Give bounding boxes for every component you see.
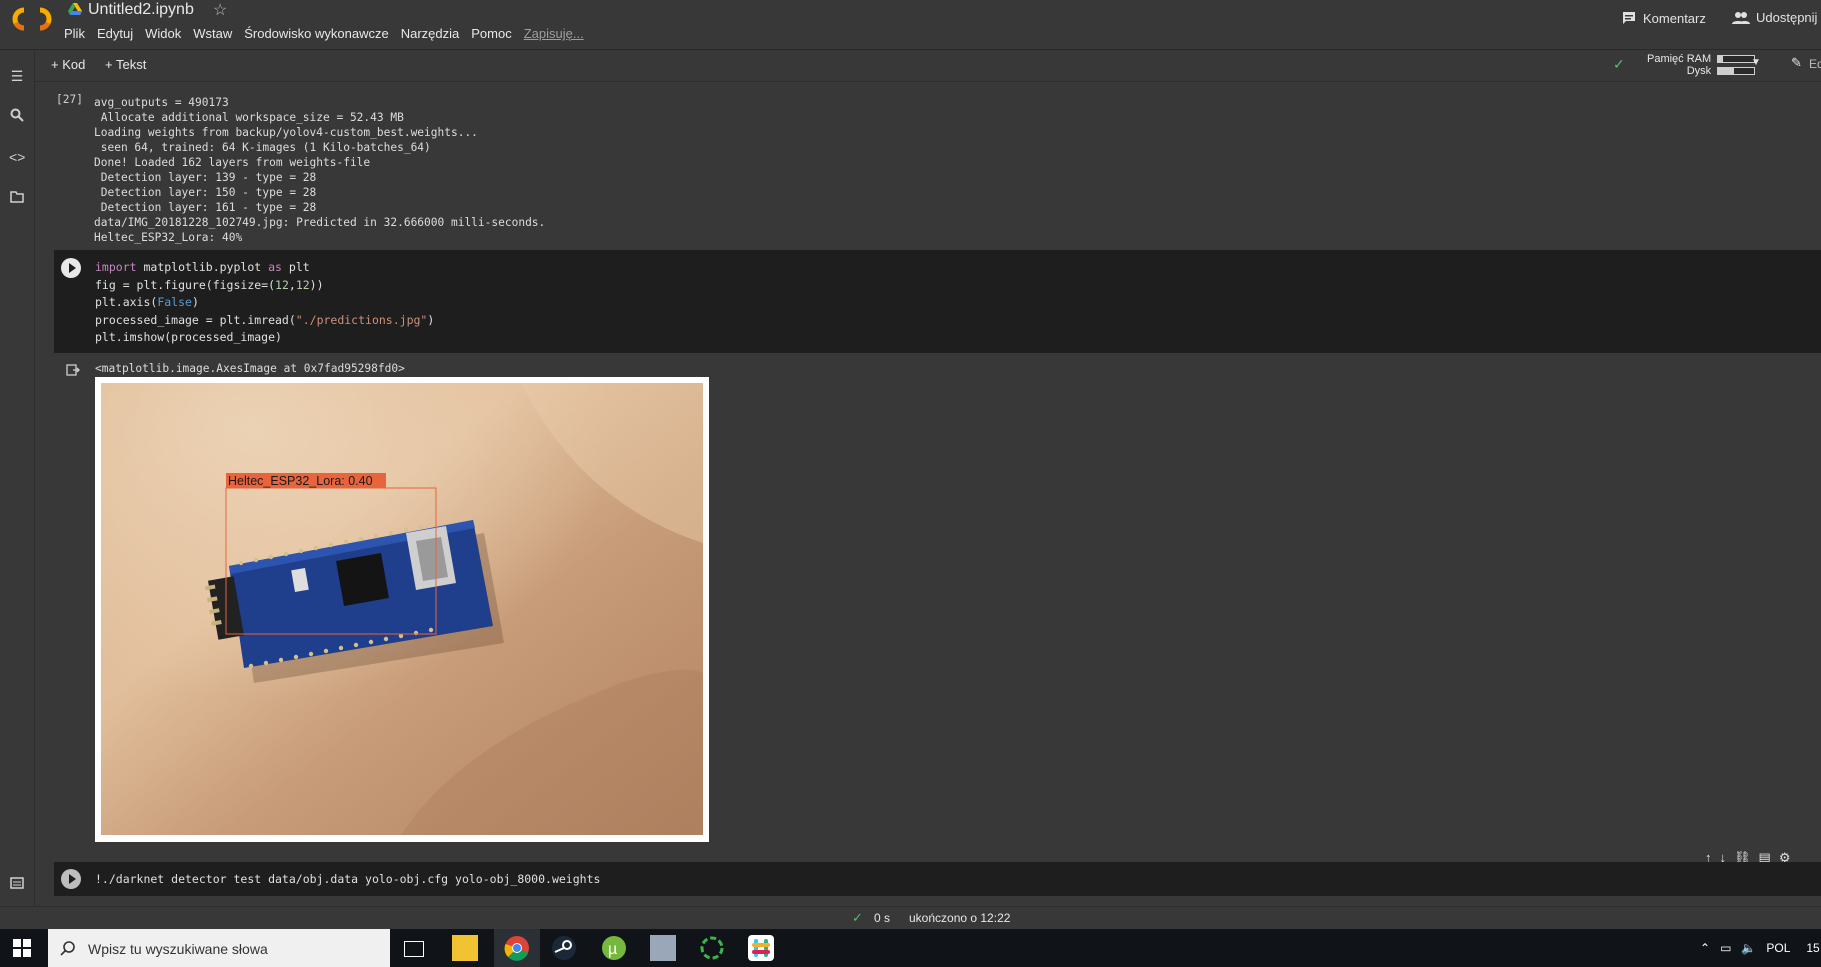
ram-bar xyxy=(1717,55,1756,63)
search-placeholder: Wpisz tu wyszukiwane słowa xyxy=(88,941,268,957)
output-line: Detection layer: 139 - type = 28 xyxy=(94,171,317,184)
menu-file[interactable]: Plik xyxy=(64,26,85,41)
resource-monitor[interactable]: Pamięć RAM Dysk xyxy=(1647,53,1756,77)
table-of-contents-icon[interactable]: ☰ xyxy=(9,68,25,84)
code-cell[interactable]: import matplotlib.pyplot as plt fig = plt… xyxy=(54,250,1821,353)
code-line-4: processed_image = plt.imread("./predicti… xyxy=(95,312,435,327)
code-editor[interactable]: import matplotlib.pyplot as plt fig = plt… xyxy=(95,259,434,347)
output-line: Detection layer: 150 - type = 28 xyxy=(94,186,317,199)
prediction-image: Heltec_ESP32_Lora: 0.40 xyxy=(101,383,703,835)
add-text-button[interactable]: + Tekst xyxy=(105,57,146,72)
code-line-5: plt.imshow(processed_image) xyxy=(95,330,282,344)
prediction-figure: Heltec_ESP32_Lora: 0.40 xyxy=(95,377,709,842)
sync-app-icon[interactable] xyxy=(699,935,725,961)
detection-label: Heltec_ESP32_Lora: 0.40 xyxy=(228,474,373,488)
disk-label: Dysk xyxy=(1686,65,1712,77)
output-line: avg_outputs = 490173 xyxy=(94,96,229,109)
completion-status[interactable]: ukończono o 12:22 xyxy=(909,911,1010,925)
edit-label[interactable]: Ed xyxy=(1809,57,1821,71)
chrome-icon[interactable] xyxy=(504,935,530,961)
system-tray: ⌃ ▭ 🔈 POL 15 xyxy=(1700,941,1820,955)
menu-tools[interactable]: Narzędzia xyxy=(401,26,460,41)
success-check-icon: ✓ xyxy=(852,910,863,925)
chevron-up-icon[interactable]: ⌃ xyxy=(1700,941,1710,955)
output-clear-icon[interactable] xyxy=(66,363,80,377)
people-icon xyxy=(1732,11,1750,24)
menu-insert[interactable]: Wstaw xyxy=(193,26,232,41)
menu-help[interactable]: Pomoc xyxy=(471,26,511,41)
colab-logo[interactable] xyxy=(12,6,52,32)
folder-icon[interactable] xyxy=(9,190,25,206)
code-line-1: import matplotlib.pyplot as plt xyxy=(95,260,310,274)
task-view-icon[interactable] xyxy=(404,941,424,957)
slack-icon[interactable] xyxy=(748,935,774,961)
file-explorer-icon[interactable] xyxy=(452,935,478,961)
share-button[interactable]: Udostępnij xyxy=(1732,10,1817,25)
windows-start-icon[interactable] xyxy=(13,939,31,957)
execution-time: 0 s xyxy=(874,911,891,925)
network-app-icon[interactable] xyxy=(650,935,676,961)
run-cell-button[interactable] xyxy=(61,869,81,889)
drive-icon xyxy=(68,3,82,15)
search-icon xyxy=(60,941,75,956)
status-bar: ✓ 0 s ukończono o 12:22 xyxy=(0,906,1821,929)
code-cell[interactable]: !./darknet detector test data/obj.data y… xyxy=(54,862,1821,896)
output-line: Heltec_ESP32_Lora: 40% xyxy=(94,231,243,244)
saving-status[interactable]: Zapisuję... xyxy=(524,26,584,41)
comment-icon xyxy=(1623,12,1635,24)
search-icon[interactable] xyxy=(9,108,25,124)
language-indicator[interactable]: POL xyxy=(1766,941,1790,955)
windows-taskbar: Wpisz tu wyszukiwane słowa µ ⌃ ▭ 🔈 POL 1… xyxy=(0,929,1821,967)
add-code-button[interactable]: + Kod xyxy=(51,57,85,72)
left-rail: ☰ <> xyxy=(0,50,35,928)
output-line: Loading weights from backup/yolov4-custo… xyxy=(94,126,478,139)
comment-button[interactable]: Komentarz xyxy=(1621,10,1706,26)
output-line: Allocate additional workspace_size = 52.… xyxy=(94,111,404,124)
comment-label: Komentarz xyxy=(1643,10,1706,26)
run-cell-button[interactable] xyxy=(61,258,81,278)
disk-bar xyxy=(1717,67,1756,75)
chevron-down-icon[interactable]: ▼ xyxy=(1751,57,1761,68)
output-line: Done! Loaded 162 layers from weights-fil… xyxy=(94,156,371,169)
command-palette-icon[interactable] xyxy=(9,876,25,892)
menu-edit[interactable]: Edytuj xyxy=(97,26,133,41)
cell-output-log: avg_outputs = 490173 Allocate additional… xyxy=(94,80,1794,260)
star-icon[interactable]: ☆ xyxy=(213,0,227,20)
share-label: Udostępnij xyxy=(1756,10,1818,25)
output-line: data/IMG_20181228_102749.jpg: Predicted … xyxy=(94,216,546,229)
notebook-title[interactable]: Untitled2.ipynb xyxy=(88,1,194,19)
svg-text:µ: µ xyxy=(608,941,617,958)
volume-icon[interactable]: 🔈 xyxy=(1741,941,1756,955)
code-snippets-icon[interactable]: <> xyxy=(9,149,25,165)
menu-view[interactable]: Widok xyxy=(145,26,181,41)
output-repr: <matplotlib.image.AxesImage at 0x7fad952… xyxy=(95,362,405,375)
steam-icon[interactable] xyxy=(551,935,577,961)
menu-runtime[interactable]: Środowisko wykonawcze xyxy=(244,26,389,41)
header: Untitled2.ipynb ☆ Plik Edytuj Widok Wsta… xyxy=(0,0,1821,50)
clock[interactable]: 15 xyxy=(1806,941,1819,955)
execution-count: [27] xyxy=(56,93,83,106)
output-line: seen 64, trained: 64 K-images (1 Kilo-ba… xyxy=(94,141,431,154)
ram-label: Pamięć RAM xyxy=(1647,53,1712,65)
utorrent-icon[interactable]: µ xyxy=(601,935,627,961)
connected-check-icon: ✓ xyxy=(1613,56,1625,72)
code-editor[interactable]: !./darknet detector test data/obj.data y… xyxy=(95,872,600,886)
menu-bar: Plik Edytuj Widok Wstaw Środowisko wykon… xyxy=(64,26,596,41)
output-line: Detection layer: 161 - type = 28 xyxy=(94,201,317,214)
edit-pencil-icon[interactable]: ✎ xyxy=(1791,55,1802,71)
code-line-2: fig = plt.figure(figsize=(12,12)) xyxy=(95,277,324,292)
network-icon[interactable]: ▭ xyxy=(1720,941,1731,955)
notebook-toolbar: + Kod + Tekst ✓ Pamięć RAM Dysk ▼ ✎ Ed xyxy=(35,50,1821,82)
code-line-3: plt.axis(False) xyxy=(95,295,199,309)
